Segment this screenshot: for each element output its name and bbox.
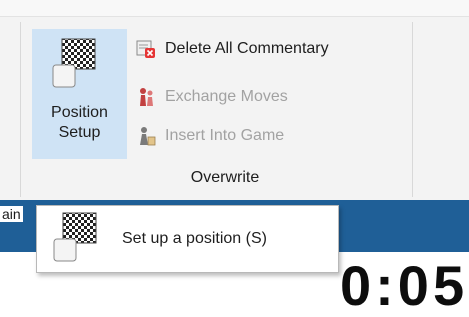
- insert-into-game-button[interactable]: Insert Into Game: [135, 123, 284, 149]
- delete-all-commentary-label: Delete All Commentary: [165, 40, 329, 57]
- ribbon: Position Setup Delete All Commentary Exc…: [0, 0, 469, 200]
- status-bar-partial-text: ain: [0, 206, 23, 222]
- exchange-moves-button[interactable]: Exchange Moves: [135, 84, 288, 110]
- group-separator: [412, 22, 413, 197]
- delete-commentary-icon: [135, 38, 157, 60]
- ribbon-top-strip: [0, 0, 469, 17]
- chessboard-icon: [50, 37, 98, 89]
- chessboard-icon: [51, 211, 99, 263]
- insert-into-game-label: Insert Into Game: [165, 127, 285, 144]
- position-setup-label: Position Setup: [51, 104, 108, 141]
- position-setup-button[interactable]: Position Setup: [32, 29, 127, 159]
- group-separator: [20, 22, 21, 197]
- insert-into-game-icon: [135, 125, 157, 147]
- exchange-moves-icon: [135, 86, 157, 108]
- tooltip-text: Set up a position (S): [122, 230, 267, 247]
- delete-all-commentary-button[interactable]: Delete All Commentary: [135, 36, 329, 62]
- tooltip: Set up a position (S): [36, 205, 339, 273]
- group-title-overwrite: Overwrite: [190, 169, 260, 186]
- clock-digits: 0:05: [340, 254, 469, 317]
- exchange-moves-label: Exchange Moves: [165, 88, 288, 105]
